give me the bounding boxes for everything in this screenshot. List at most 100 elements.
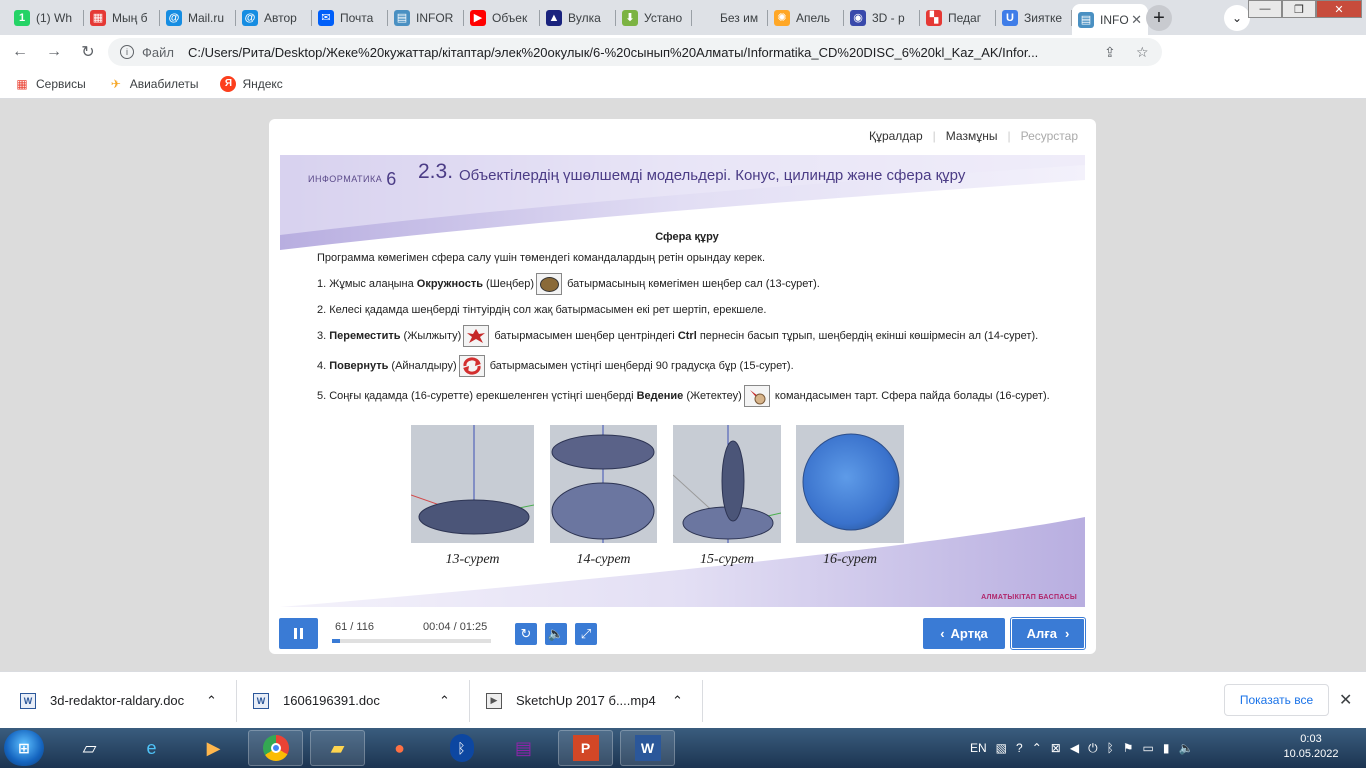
bookmark-label: Авиабилеты bbox=[129, 76, 199, 91]
taskbar-bluetooth[interactable]: ᛒ bbox=[434, 730, 489, 766]
blank-icon bbox=[698, 9, 714, 26]
browser-tab[interactable]: @ Автор bbox=[236, 4, 312, 31]
help-icon[interactable]: ? bbox=[1016, 741, 1023, 755]
start-button[interactable]: ⊞ bbox=[4, 730, 44, 766]
close-window-button[interactable]: ✕ bbox=[1316, 0, 1362, 18]
address-bar[interactable]: i Файл C:/Users/Рита/Desktop/Жеке%20кужа… bbox=[108, 38, 1162, 66]
step-command: Окружность bbox=[416, 277, 483, 290]
bookmark-star-icon[interactable]: ☆ bbox=[1136, 44, 1149, 61]
taskbar-ie[interactable]: e bbox=[124, 730, 179, 766]
close-downloads-icon[interactable]: ✕ bbox=[1339, 690, 1352, 710]
replay-button[interactable]: ↻ bbox=[515, 623, 537, 645]
figure-caption: 16-сурет bbox=[823, 552, 877, 567]
tray-app-icon[interactable]: ▧ bbox=[996, 741, 1007, 755]
tab-search-button[interactable]: ⌄ bbox=[1224, 5, 1250, 31]
browser-tab[interactable]: ▤ INFO ✕ bbox=[1072, 4, 1148, 35]
bookmark-flights[interactable]: ✈ Авиабилеты bbox=[108, 76, 199, 92]
next-button[interactable]: Алға › bbox=[1010, 617, 1086, 650]
tab-title: Объек bbox=[492, 10, 528, 25]
tray-signal-icon[interactable]: ▮ bbox=[1163, 741, 1170, 755]
volume-button[interactable]: 🔈 bbox=[545, 623, 567, 645]
new-tab-button[interactable]: + bbox=[1146, 5, 1172, 31]
maximize-button[interactable]: ❐ bbox=[1282, 0, 1316, 18]
back-nav-button[interactable]: ← bbox=[6, 38, 34, 66]
publisher-label: АЛМАТЫКІТАП БАСПАСЫ bbox=[981, 594, 1077, 601]
vulkan-icon: ▲ bbox=[546, 9, 562, 26]
taskbar-firefox[interactable]: ● bbox=[372, 730, 427, 766]
taskbar-scanner[interactable]: ▱ bbox=[62, 730, 117, 766]
taskbar-chrome[interactable] bbox=[248, 730, 303, 766]
download-item[interactable]: W 1606196391.doc bbox=[253, 672, 380, 729]
step-command: Повернуть bbox=[329, 359, 389, 372]
tray-bluetooth-icon[interactable]: ᛒ bbox=[1107, 741, 1114, 755]
reload-button[interactable]: ↻ bbox=[74, 38, 102, 66]
browser-tab[interactable]: ▚ Педаг bbox=[920, 4, 996, 31]
chevron-up-icon[interactable]: ⌃ bbox=[439, 693, 450, 709]
chevron-right-icon: › bbox=[1064, 626, 1070, 641]
download-item[interactable]: ▶ SketchUp 2017 б....mp4 bbox=[486, 672, 656, 729]
step-text: 1. Жұмыс алаңына bbox=[317, 277, 417, 290]
browser-tab[interactable]: ✉ Почта bbox=[312, 4, 388, 31]
tab-title: Зиятке bbox=[1024, 10, 1063, 25]
taskbar-media[interactable]: ▶ bbox=[186, 730, 241, 766]
contents-link[interactable]: Мазмұны bbox=[946, 129, 998, 143]
show-all-downloads-button[interactable]: Показать все bbox=[1224, 684, 1329, 716]
share-icon[interactable]: ⇪ bbox=[1104, 44, 1116, 61]
taskbar-word[interactable]: W bbox=[620, 730, 675, 766]
tools-link[interactable]: Құралдар bbox=[869, 129, 923, 143]
browser-tab[interactable]: U Зиятке bbox=[996, 4, 1072, 31]
tab-title: 3D - р bbox=[872, 10, 905, 25]
tray-volume-icon[interactable]: 🔈 bbox=[1178, 741, 1193, 755]
bookmark-label: Сервисы bbox=[36, 76, 86, 91]
step-command: Ведение bbox=[636, 389, 684, 402]
language-indicator[interactable]: EN bbox=[970, 741, 987, 755]
figure-15: 15-сурет bbox=[672, 425, 782, 568]
bookmark-services[interactable]: ▦ Сервисы bbox=[14, 76, 86, 92]
step-text: командасымен тарт. Сфера пайда болады (1… bbox=[771, 389, 1050, 402]
browser-tab[interactable]: ◉ 3D - р bbox=[844, 4, 920, 31]
pause-button[interactable] bbox=[279, 618, 318, 649]
browser-tab[interactable]: ▦ Мың б bbox=[84, 4, 160, 31]
browser-tab[interactable]: 1 (1) Wh bbox=[8, 4, 84, 31]
tray-power-icon[interactable]: ⏻ bbox=[1088, 741, 1098, 756]
browser-tab[interactable]: Без им bbox=[692, 4, 768, 31]
tray-network-icon[interactable]: ⊠ bbox=[1051, 741, 1061, 755]
show-hidden-icons[interactable]: ⌃ bbox=[1032, 741, 1042, 755]
chevron-up-icon[interactable]: ⌃ bbox=[206, 693, 217, 709]
bookmark-yandex[interactable]: Я Яндекс bbox=[220, 75, 283, 92]
info-icon[interactable]: i bbox=[120, 45, 134, 59]
fullscreen-button[interactable]: ⤢ bbox=[575, 623, 597, 645]
browser-tab[interactable]: ⬇ Устано bbox=[616, 4, 692, 31]
resources-link[interactable]: Ресурстар bbox=[1021, 129, 1078, 143]
youtube-icon: ▶ bbox=[470, 9, 486, 26]
internet-explorer-icon: e bbox=[146, 737, 157, 758]
tray-monitor-icon[interactable]: ▭ bbox=[1143, 741, 1154, 755]
chevron-up-icon[interactable]: ⌃ bbox=[672, 693, 683, 709]
browser-tab[interactable]: ✺ Апель bbox=[768, 4, 844, 31]
browser-tab[interactable]: ▤ INFOR bbox=[388, 4, 464, 31]
browser-tab[interactable]: ▲ Вулка bbox=[540, 4, 616, 31]
forward-nav-button[interactable]: → bbox=[40, 38, 68, 66]
doc-icon: ▤ bbox=[394, 9, 410, 26]
address-url[interactable]: C:/Users/Рита/Desktop/Жеке%20кужаттар/кі… bbox=[188, 45, 1088, 60]
tray-speaker-icon[interactable]: ◀ bbox=[1070, 741, 1079, 755]
close-tab-icon[interactable]: ✕ bbox=[1131, 12, 1142, 28]
step-text: батырмасының көмегімен шеңбер сал (13-су… bbox=[564, 277, 820, 290]
video-file-icon: ▶ bbox=[486, 692, 502, 709]
browser-tab[interactable]: @ Mail.ru bbox=[160, 4, 236, 31]
download-item[interactable]: W 3d-redaktor-raldary.doc bbox=[20, 672, 184, 729]
back-button[interactable]: ‹ Артқа bbox=[923, 618, 1005, 649]
system-clock[interactable]: 0:03 10.05.2022 bbox=[1276, 732, 1346, 762]
download-filename: SketchUp 2017 б....mp4 bbox=[516, 693, 656, 708]
lesson-body: Сфера құру Программа көмегімен сфера сал… bbox=[317, 230, 1057, 415]
taskbar-winrar[interactable]: ▤ bbox=[496, 730, 551, 766]
system-tray: EN ▧ ? ⌃ ⊠ ◀ ⏻ ᛒ ⚑ ▭ ▮ 🔈 bbox=[970, 728, 1202, 768]
tray-flag-icon[interactable]: ⚑ bbox=[1123, 741, 1134, 755]
minimize-button[interactable]: — bbox=[1248, 0, 1282, 18]
progress-bar[interactable] bbox=[332, 639, 491, 643]
taskbar-powerpoint[interactable]: P bbox=[558, 730, 613, 766]
circle-tool-icon bbox=[536, 273, 563, 295]
chrome-icon bbox=[262, 735, 289, 761]
taskbar-explorer[interactable]: ▰ bbox=[310, 730, 365, 766]
browser-tab[interactable]: ▶ Объек bbox=[464, 4, 540, 31]
